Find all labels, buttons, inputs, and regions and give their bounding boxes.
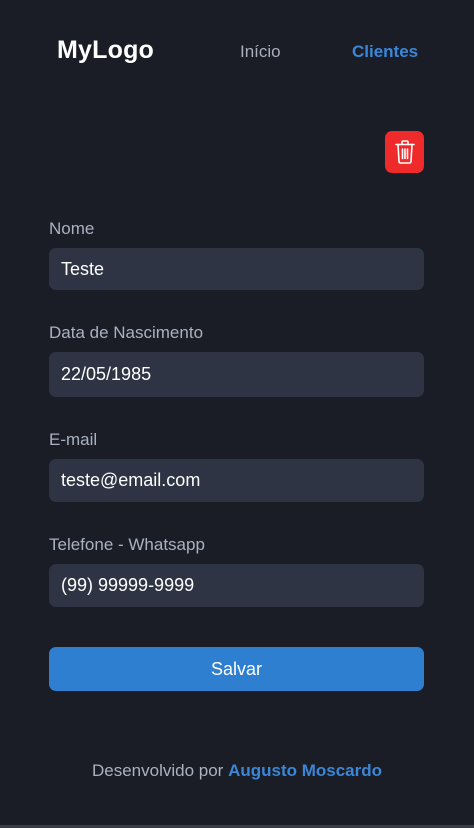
data-nascimento-input[interactable] [49,352,424,397]
nome-label: Nome [49,219,95,238]
nome-input[interactable] [49,248,424,290]
nav-link-inicio[interactable]: Início [240,42,281,62]
email-input[interactable] [49,459,424,502]
footer-author-link[interactable]: Augusto Moscardo [228,761,382,780]
email-label: E-mail [49,430,98,449]
footer: Desenvolvido por Augusto Moscardo [0,761,474,781]
telefone-label: Telefone - Whatsapp [49,535,205,554]
save-button[interactable]: Salvar [49,647,424,691]
logo[interactable]: MyLogo [57,36,154,65]
trash-icon [394,139,416,165]
telefone-input[interactable] [49,564,424,607]
header: MyLogo Início Clientes [0,0,474,104]
nav-link-clientes[interactable]: Clientes [352,42,418,62]
footer-prefix: Desenvolvido por [91,761,224,780]
delete-button[interactable] [385,131,424,173]
data-nascimento-label: Data de Nascimento [49,323,204,342]
